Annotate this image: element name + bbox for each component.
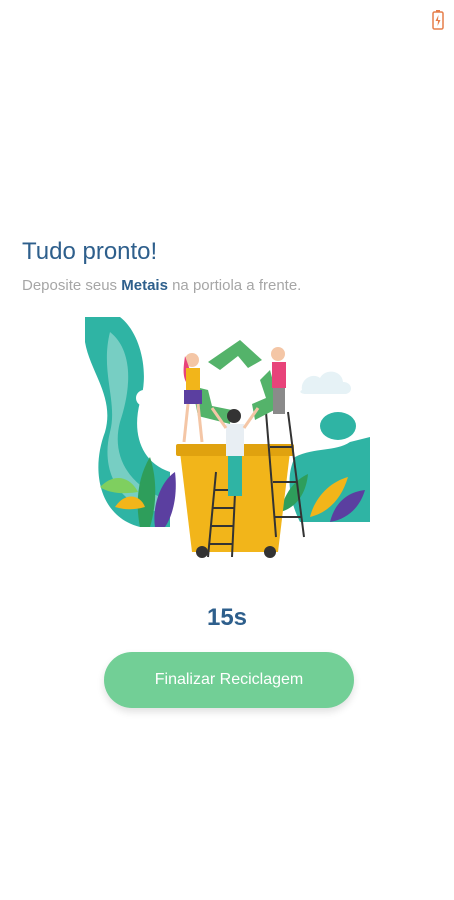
finish-recycling-button[interactable]: Finalizar Reciclagem (104, 652, 354, 708)
instruction-text: Deposite seus Metais na portiola a frent… (22, 277, 301, 294)
countdown-timer: 15s (206, 604, 248, 631)
battery-charging-icon (432, 10, 444, 30)
status-bar (0, 0, 454, 40)
page-title: Tudo pronto! (22, 238, 158, 265)
recycling-illustration (85, 317, 370, 558)
instruction-suffix: na portiola a frente. (167, 277, 302, 294)
instruction-prefix: Deposite seus (22, 277, 122, 294)
material-name: Metais (121, 277, 168, 294)
